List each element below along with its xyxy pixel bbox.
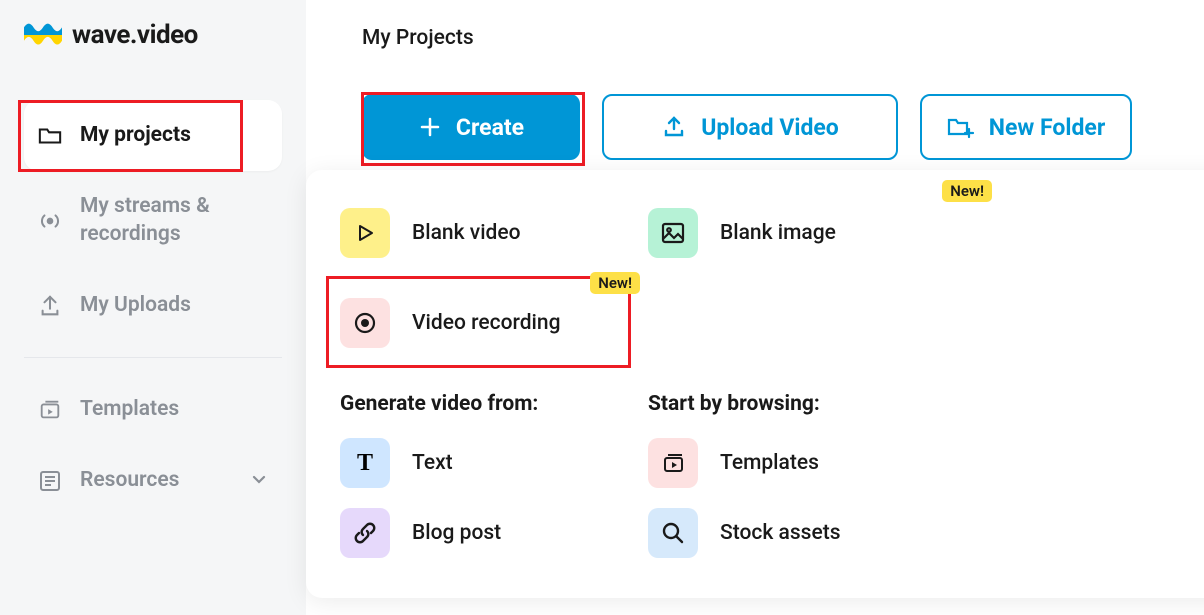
chevron-down-icon	[250, 470, 268, 492]
sidebar-item-streams[interactable]: My streams & recordings	[24, 171, 282, 270]
action-row: Create Upload Video	[362, 94, 1148, 160]
create-button[interactable]: Create	[362, 94, 580, 160]
wave-logo-icon	[24, 21, 62, 49]
search-icon	[648, 508, 698, 558]
sidebar-item-label: Resources	[80, 467, 179, 494]
option-label: Blank video	[412, 221, 521, 245]
image-icon	[648, 208, 698, 258]
option-blog-post[interactable]: Blog post	[340, 508, 640, 558]
option-label: Stock assets	[720, 521, 841, 545]
button-label: New Folder	[989, 114, 1106, 141]
logo-text: wave.video	[72, 20, 198, 50]
button-label: Create	[456, 114, 524, 141]
plus-icon	[418, 115, 442, 139]
divider	[24, 357, 282, 358]
broadcast-icon	[38, 209, 62, 233]
upload-video-button[interactable]: Upload Video	[602, 94, 898, 160]
option-blank-video[interactable]: Blank video	[340, 208, 640, 258]
sidebar-item-label: My Uploads	[80, 292, 191, 319]
new-folder-button[interactable]: New Folder	[920, 94, 1132, 160]
new-badge: New!	[942, 180, 992, 202]
new-badge: New!	[590, 272, 640, 294]
sidebar-item-label: My streams & recordings	[80, 193, 268, 248]
option-text[interactable]: T Text	[340, 438, 640, 488]
option-label: Templates	[720, 451, 819, 475]
main: My Projects Create	[306, 0, 1204, 615]
create-dropdown: Blank video New! Blank image	[306, 170, 1204, 598]
sidebar-item-resources[interactable]: Resources	[24, 445, 282, 516]
button-label: Upload Video	[701, 114, 839, 141]
option-blank-image[interactable]: New! Blank image	[648, 208, 948, 258]
section-title-generate: Generate video from:	[340, 392, 640, 416]
option-stock-assets[interactable]: Stock assets	[648, 508, 948, 558]
record-icon	[340, 298, 390, 348]
sidebar-item-label: My projects	[80, 122, 191, 149]
option-label: Video recording	[412, 311, 561, 335]
templates-icon	[648, 438, 698, 488]
option-label: Blank image	[720, 221, 836, 245]
option-label: Blog post	[412, 521, 501, 545]
sidebar-item-templates[interactable]: Templates	[24, 374, 282, 445]
sidebar-item-uploads[interactable]: My Uploads	[24, 270, 282, 341]
sidebar-item-label: Templates	[80, 396, 179, 423]
folder-plus-icon	[947, 115, 975, 139]
play-icon	[340, 208, 390, 258]
option-label: Text	[412, 451, 453, 475]
link-icon	[340, 508, 390, 558]
resources-icon	[38, 469, 62, 493]
logo[interactable]: wave.video	[24, 20, 282, 50]
page-title: My Projects	[362, 26, 1148, 50]
section-title-browse: Start by browsing:	[648, 392, 948, 416]
upload-icon	[661, 114, 687, 140]
sidebar-item-my-projects[interactable]: My projects	[24, 100, 282, 171]
sidebar: wave.video My projects	[0, 0, 306, 615]
text-icon: T	[340, 438, 390, 488]
option-video-recording[interactable]: New! Video recording	[340, 284, 640, 362]
folder-icon	[38, 124, 62, 148]
templates-icon	[38, 398, 62, 422]
upload-icon	[38, 294, 62, 318]
option-templates[interactable]: Templates	[648, 438, 948, 488]
